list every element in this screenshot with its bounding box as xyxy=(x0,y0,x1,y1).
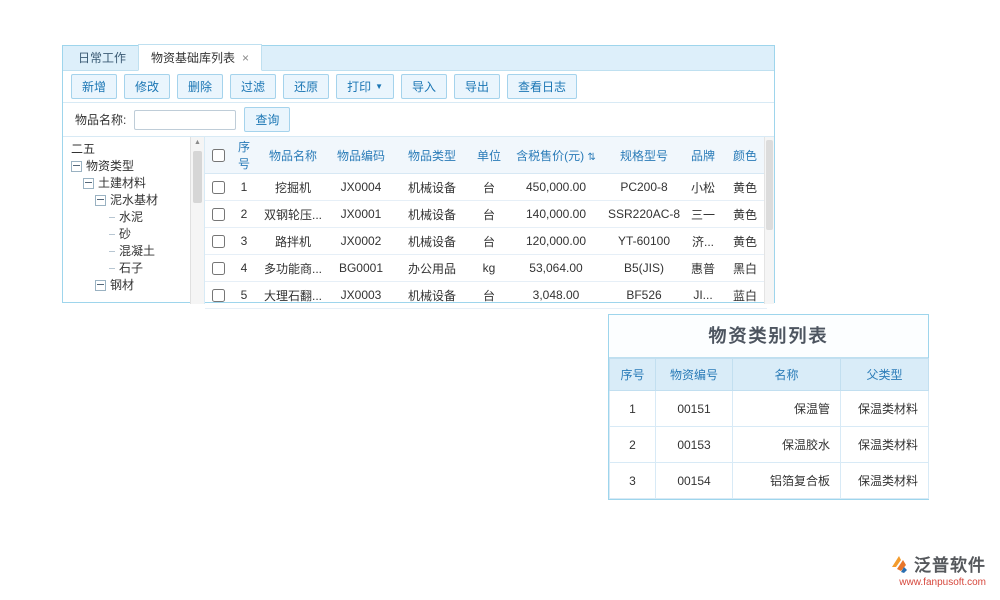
col-item-name: 物品名称 xyxy=(257,137,329,174)
table-row[interactable]: 5 大理石翻... JX0003 机械设备 台 3,048.00 BF526 J… xyxy=(205,282,767,309)
search-row: 物品名称: 查询 xyxy=(63,103,774,137)
item-name-label: 物品名称: xyxy=(75,111,126,128)
category-panel-title: 物资类别列表 xyxy=(609,315,928,358)
tab-label: 物资基础库列表 xyxy=(151,49,235,66)
tree-node-material-type[interactable]: 物资类型 xyxy=(69,158,190,175)
table-row[interactable]: 2 00153 保温胶水 保温类材料 xyxy=(610,427,929,463)
col-item-code: 物品编码 xyxy=(329,137,393,174)
material-category-panel: 物资类别列表 序号 物资编号 名称 父类型 1 00151 保温管 保温类材料 … xyxy=(608,314,929,500)
leaf-dash xyxy=(109,251,115,252)
tree-node-cement[interactable]: 水泥 xyxy=(69,209,190,226)
print-button[interactable]: 打印 ▼ xyxy=(336,74,394,99)
table-scrollbar[interactable] xyxy=(764,137,774,304)
tree-scrollbar[interactable]: ▲ xyxy=(190,137,204,304)
leaf-dash xyxy=(109,268,115,269)
item-name-link[interactable]: 大理石翻... xyxy=(257,282,329,309)
tree-node-mud-base[interactable]: 泥水基材 xyxy=(69,192,190,209)
col-color: 颜色 xyxy=(723,137,767,174)
delete-button[interactable]: 删除 xyxy=(177,74,223,99)
scrollbar-thumb[interactable] xyxy=(766,140,773,230)
item-name-link[interactable]: 路拌机 xyxy=(257,228,329,255)
col-cat-seq: 序号 xyxy=(610,359,656,391)
tree-node-civil-materials[interactable]: 土建材料 xyxy=(69,175,190,192)
import-button[interactable]: 导入 xyxy=(401,74,447,99)
row-checkbox[interactable] xyxy=(212,208,225,221)
col-item-type: 物品类型 xyxy=(393,137,471,174)
item-name-link[interactable]: 挖掘机 xyxy=(257,174,329,201)
table-row[interactable]: 3 00154 铝箔复合板 保温类材料 xyxy=(610,463,929,499)
col-spec: 规格型号 xyxy=(605,137,683,174)
item-code-link[interactable]: JX0002 xyxy=(329,228,393,255)
item-code-link[interactable]: JX0001 xyxy=(329,201,393,228)
brand-name: 泛普软件 xyxy=(914,551,986,576)
branding: 泛普软件 www.fanpusoft.com xyxy=(889,551,986,588)
tab-materials-library-list[interactable]: 物资基础库列表 × xyxy=(138,44,262,71)
scrollbar-thumb[interactable] xyxy=(193,151,202,203)
tree-node-sand[interactable]: 砂 xyxy=(69,226,190,243)
row-checkbox[interactable] xyxy=(212,289,225,302)
table-row[interactable]: 4 多功能商... BG0001 办公用品 kg 53,064.00 B5(JI… xyxy=(205,255,767,282)
item-name-input[interactable] xyxy=(134,110,236,130)
materials-library-panel: 日常工作 物资基础库列表 × 新增 修改 删除 过滤 还原 打印 ▼ 导入 导出… xyxy=(62,45,775,303)
filter-button[interactable]: 过滤 xyxy=(230,74,276,99)
sort-icon[interactable]: ⇅ xyxy=(587,152,595,163)
row-checkbox[interactable] xyxy=(212,181,225,194)
category-table: 序号 物资编号 名称 父类型 1 00151 保温管 保温类材料 2 00153… xyxy=(609,358,929,499)
tree-node-steel[interactable]: 钢材 xyxy=(69,277,190,294)
col-brand: 品牌 xyxy=(683,137,723,174)
item-name-link[interactable]: 双钢轮压... xyxy=(257,201,329,228)
restore-button[interactable]: 还原 xyxy=(283,74,329,99)
tab-label: 日常工作 xyxy=(78,51,126,65)
new-button[interactable]: 新增 xyxy=(71,74,117,99)
item-code-link[interactable]: BG0001 xyxy=(329,255,393,282)
col-seq: 序号 xyxy=(231,137,257,174)
item-code-link[interactable]: JX0003 xyxy=(329,282,393,309)
tree-node-gravel[interactable]: 石子 xyxy=(69,260,190,277)
collapse-icon[interactable] xyxy=(83,178,94,189)
tab-daily-work[interactable]: 日常工作 xyxy=(66,45,138,70)
print-label: 打印 xyxy=(347,78,371,95)
col-unit: 单位 xyxy=(471,137,507,174)
scroll-up-icon[interactable]: ▲ xyxy=(191,137,204,146)
tree-node-erwu[interactable]: 二五 xyxy=(69,141,190,158)
toolbar: 新增 修改 删除 过滤 还原 打印 ▼ 导入 导出 查看日志 xyxy=(63,71,774,103)
col-cat-parent: 父类型 xyxy=(841,359,929,391)
leaf-dash xyxy=(109,217,115,218)
select-all-cell xyxy=(205,137,231,174)
row-checkbox[interactable] xyxy=(212,235,225,248)
col-cat-name: 名称 xyxy=(733,359,841,391)
item-code-link[interactable]: JX0004 xyxy=(329,174,393,201)
tree-node-concrete[interactable]: 混凝土 xyxy=(69,243,190,260)
select-all-checkbox[interactable] xyxy=(212,149,225,162)
leaf-dash xyxy=(109,234,115,235)
col-price[interactable]: 含税售价(元) ⇅ xyxy=(507,137,605,174)
collapse-icon[interactable] xyxy=(71,161,82,172)
caret-down-icon: ▼ xyxy=(375,82,383,91)
materials-table: 序号 物品名称 物品编码 物品类型 单位 含税售价(元) ⇅ 规格型号 品牌 颜… xyxy=(205,137,767,309)
table-row[interactable]: 1 挖掘机 JX0004 机械设备 台 450,000.00 PC200-8 小… xyxy=(205,174,767,201)
item-name-link[interactable]: 多功能商... xyxy=(257,255,329,282)
edit-button[interactable]: 修改 xyxy=(124,74,170,99)
brand-url[interactable]: www.fanpusoft.com xyxy=(889,577,986,588)
category-tree: 二五 物资类型 土建材料 泥水基材 水泥 砂 xyxy=(63,137,205,304)
row-checkbox[interactable] xyxy=(212,262,225,275)
view-log-button[interactable]: 查看日志 xyxy=(507,74,577,99)
collapse-icon[interactable] xyxy=(95,195,106,206)
export-button[interactable]: 导出 xyxy=(454,74,500,99)
collapse-icon[interactable] xyxy=(95,280,106,291)
table-row[interactable]: 2 双钢轮压... JX0001 机械设备 台 140,000.00 SSR22… xyxy=(205,201,767,228)
tab-bar: 日常工作 物资基础库列表 × xyxy=(63,46,774,71)
fanpu-logo-icon xyxy=(889,554,909,574)
close-icon[interactable]: × xyxy=(242,53,249,63)
query-button[interactable]: 查询 xyxy=(244,107,290,132)
table-row[interactable]: 3 路拌机 JX0002 机械设备 台 120,000.00 YT-60100 … xyxy=(205,228,767,255)
col-cat-code: 物资编号 xyxy=(656,359,733,391)
table-row[interactable]: 1 00151 保温管 保温类材料 xyxy=(610,391,929,427)
